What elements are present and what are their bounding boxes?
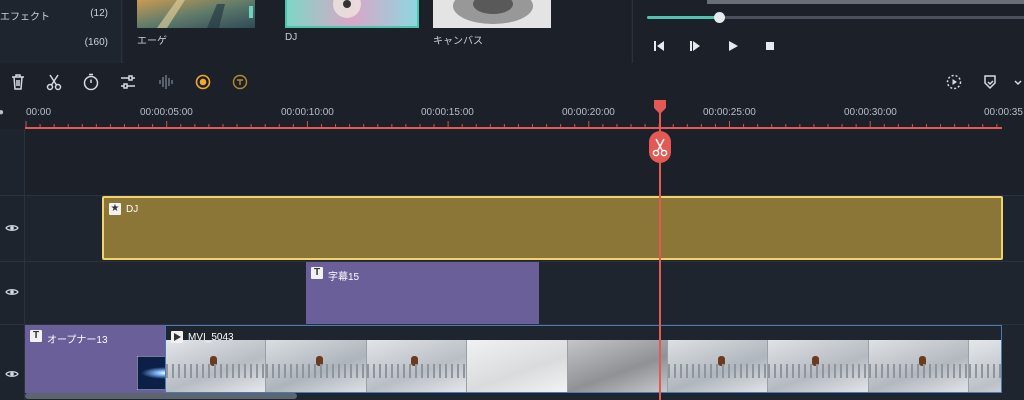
ruler-tick-label: 00:00:15:00: [421, 107, 474, 118]
effect-track: ★ DJ: [25, 196, 1024, 261]
title-clip-subtitle15[interactable]: T 字幕15: [306, 262, 539, 324]
cut-icon[interactable]: [44, 72, 64, 92]
ruler-tick-label: 00:00:05:00: [140, 107, 193, 118]
playhead-handle[interactable]: [653, 100, 667, 114]
clip-label: DJ: [126, 204, 139, 215]
video-frame-thumbnail: [467, 334, 568, 392]
video-clip-mvi5043[interactable]: MVI_5043: [165, 325, 1002, 393]
video-thumbnail-strip: [166, 334, 1001, 392]
eye-icon[interactable]: [5, 223, 19, 233]
timeline-horizontal-scrollbar[interactable]: [25, 393, 297, 399]
clip-label: 字幕15: [328, 272, 360, 283]
video-frame-thumbnail: [366, 334, 468, 392]
track-header-empty: [0, 129, 25, 195]
scissors-icon: [652, 138, 668, 157]
step-forward-icon[interactable]: [687, 38, 703, 54]
category-item-all[interactable]: (160): [0, 34, 122, 54]
thumbnail-label: エーゲ: [137, 36, 167, 47]
play-badge-icon: [171, 331, 183, 343]
delete-icon[interactable]: [8, 72, 28, 92]
thumbnail-dj[interactable]: [285, 0, 419, 28]
video-frame-thumbnail: [868, 334, 970, 392]
fence-shape: [868, 364, 969, 378]
video-frame-thumbnail: [969, 334, 1001, 392]
play-icon[interactable]: [725, 38, 741, 54]
timeline-toolbar: [0, 63, 1024, 101]
category-list: エフェクト (12) (160): [0, 0, 122, 63]
fence-shape: [668, 364, 768, 378]
category-count: (160): [84, 37, 108, 48]
video-frame-thumbnail: [266, 334, 367, 392]
ruler-origin-dot: ●: [0, 107, 5, 118]
fence-shape: [166, 364, 266, 378]
track-header-video: [0, 325, 25, 400]
media-library-panel: エフェクト (12) (160) エーゲ DJ キャンバス: [0, 0, 1024, 63]
track-drop-zone[interactable]: [25, 129, 1024, 195]
ruler-tick-label: 00:00:30:00: [844, 107, 897, 118]
video-editor-window: エフェクト (12) (160) エーゲ DJ キャンバス ● 00:00 00…: [0, 0, 1024, 400]
ruler-tick-label: 00:00: [26, 107, 52, 118]
category-label: エフェクト: [0, 12, 50, 23]
playback-progress-slider[interactable]: [647, 12, 1024, 23]
eye-icon[interactable]: [5, 369, 19, 379]
thumbnail-label: キャンバス: [433, 36, 483, 47]
adjust-sliders-icon[interactable]: [118, 72, 138, 92]
text-t-icon: T: [30, 330, 42, 342]
fence-shape: [768, 364, 868, 378]
stop-icon[interactable]: [762, 38, 778, 54]
eye-icon[interactable]: [5, 287, 19, 297]
speech-to-text-icon[interactable]: [230, 72, 250, 92]
video-track: T オープナー13 MVI_5043: [25, 325, 1024, 400]
playback-progress-handle[interactable]: [713, 12, 725, 23]
motion-tracking-icon[interactable]: [193, 72, 213, 92]
playback-progress-fill: [647, 16, 719, 19]
category-count: (12): [90, 8, 108, 19]
effect-clip-dj[interactable]: ★ DJ: [102, 196, 1003, 260]
ruler-tick-label: 00:00:20:00: [562, 107, 615, 118]
render-preview-icon[interactable]: [944, 72, 964, 92]
clip-label: オープナー13: [47, 335, 108, 346]
preview-frame: [707, 0, 1024, 4]
track-header-effect: [0, 196, 25, 261]
speed-timer-icon[interactable]: [81, 72, 101, 92]
audio-waveform-icon: [156, 72, 176, 92]
fence-shape: [969, 364, 1001, 378]
ruler-tick-label: 00:00:10:00: [281, 107, 334, 118]
effect-thumbnails: エーゲ DJ キャンバス: [123, 0, 631, 63]
track-header-title: [0, 262, 25, 324]
thumbnail-canvas[interactable]: [433, 0, 551, 28]
text-t-icon: T: [311, 267, 323, 279]
thumbnail-label: DJ: [285, 32, 298, 43]
title-clip-opener13[interactable]: T オープナー13: [25, 325, 165, 393]
category-item-effects[interactable]: エフェクト (12): [0, 5, 122, 25]
ruler-tick-label: 00:00:35: [984, 107, 1023, 118]
fence-shape: [366, 364, 467, 378]
title-track: T 字幕15: [25, 262, 1024, 324]
marker-shield-icon[interactable]: [980, 72, 1000, 92]
preview-player: [632, 0, 1024, 63]
opener-thumbnail: [137, 356, 165, 390]
video-clip-header: [166, 326, 1001, 340]
video-frame-thumbnail: [567, 334, 668, 392]
clip-label: MVI_5043: [188, 332, 234, 343]
thumbnail-aegean[interactable]: [137, 0, 255, 28]
fence-shape: [266, 364, 366, 378]
split-scissors-button[interactable]: [649, 131, 671, 163]
video-frame-thumbnail: [668, 334, 769, 392]
star-icon: ★: [109, 203, 121, 215]
chevron-down-icon[interactable]: [1012, 72, 1024, 92]
ruler-tick-label: 00:00:25:00: [703, 107, 756, 118]
video-frame-thumbnail: [768, 334, 869, 392]
step-back-icon[interactable]: [651, 38, 667, 54]
